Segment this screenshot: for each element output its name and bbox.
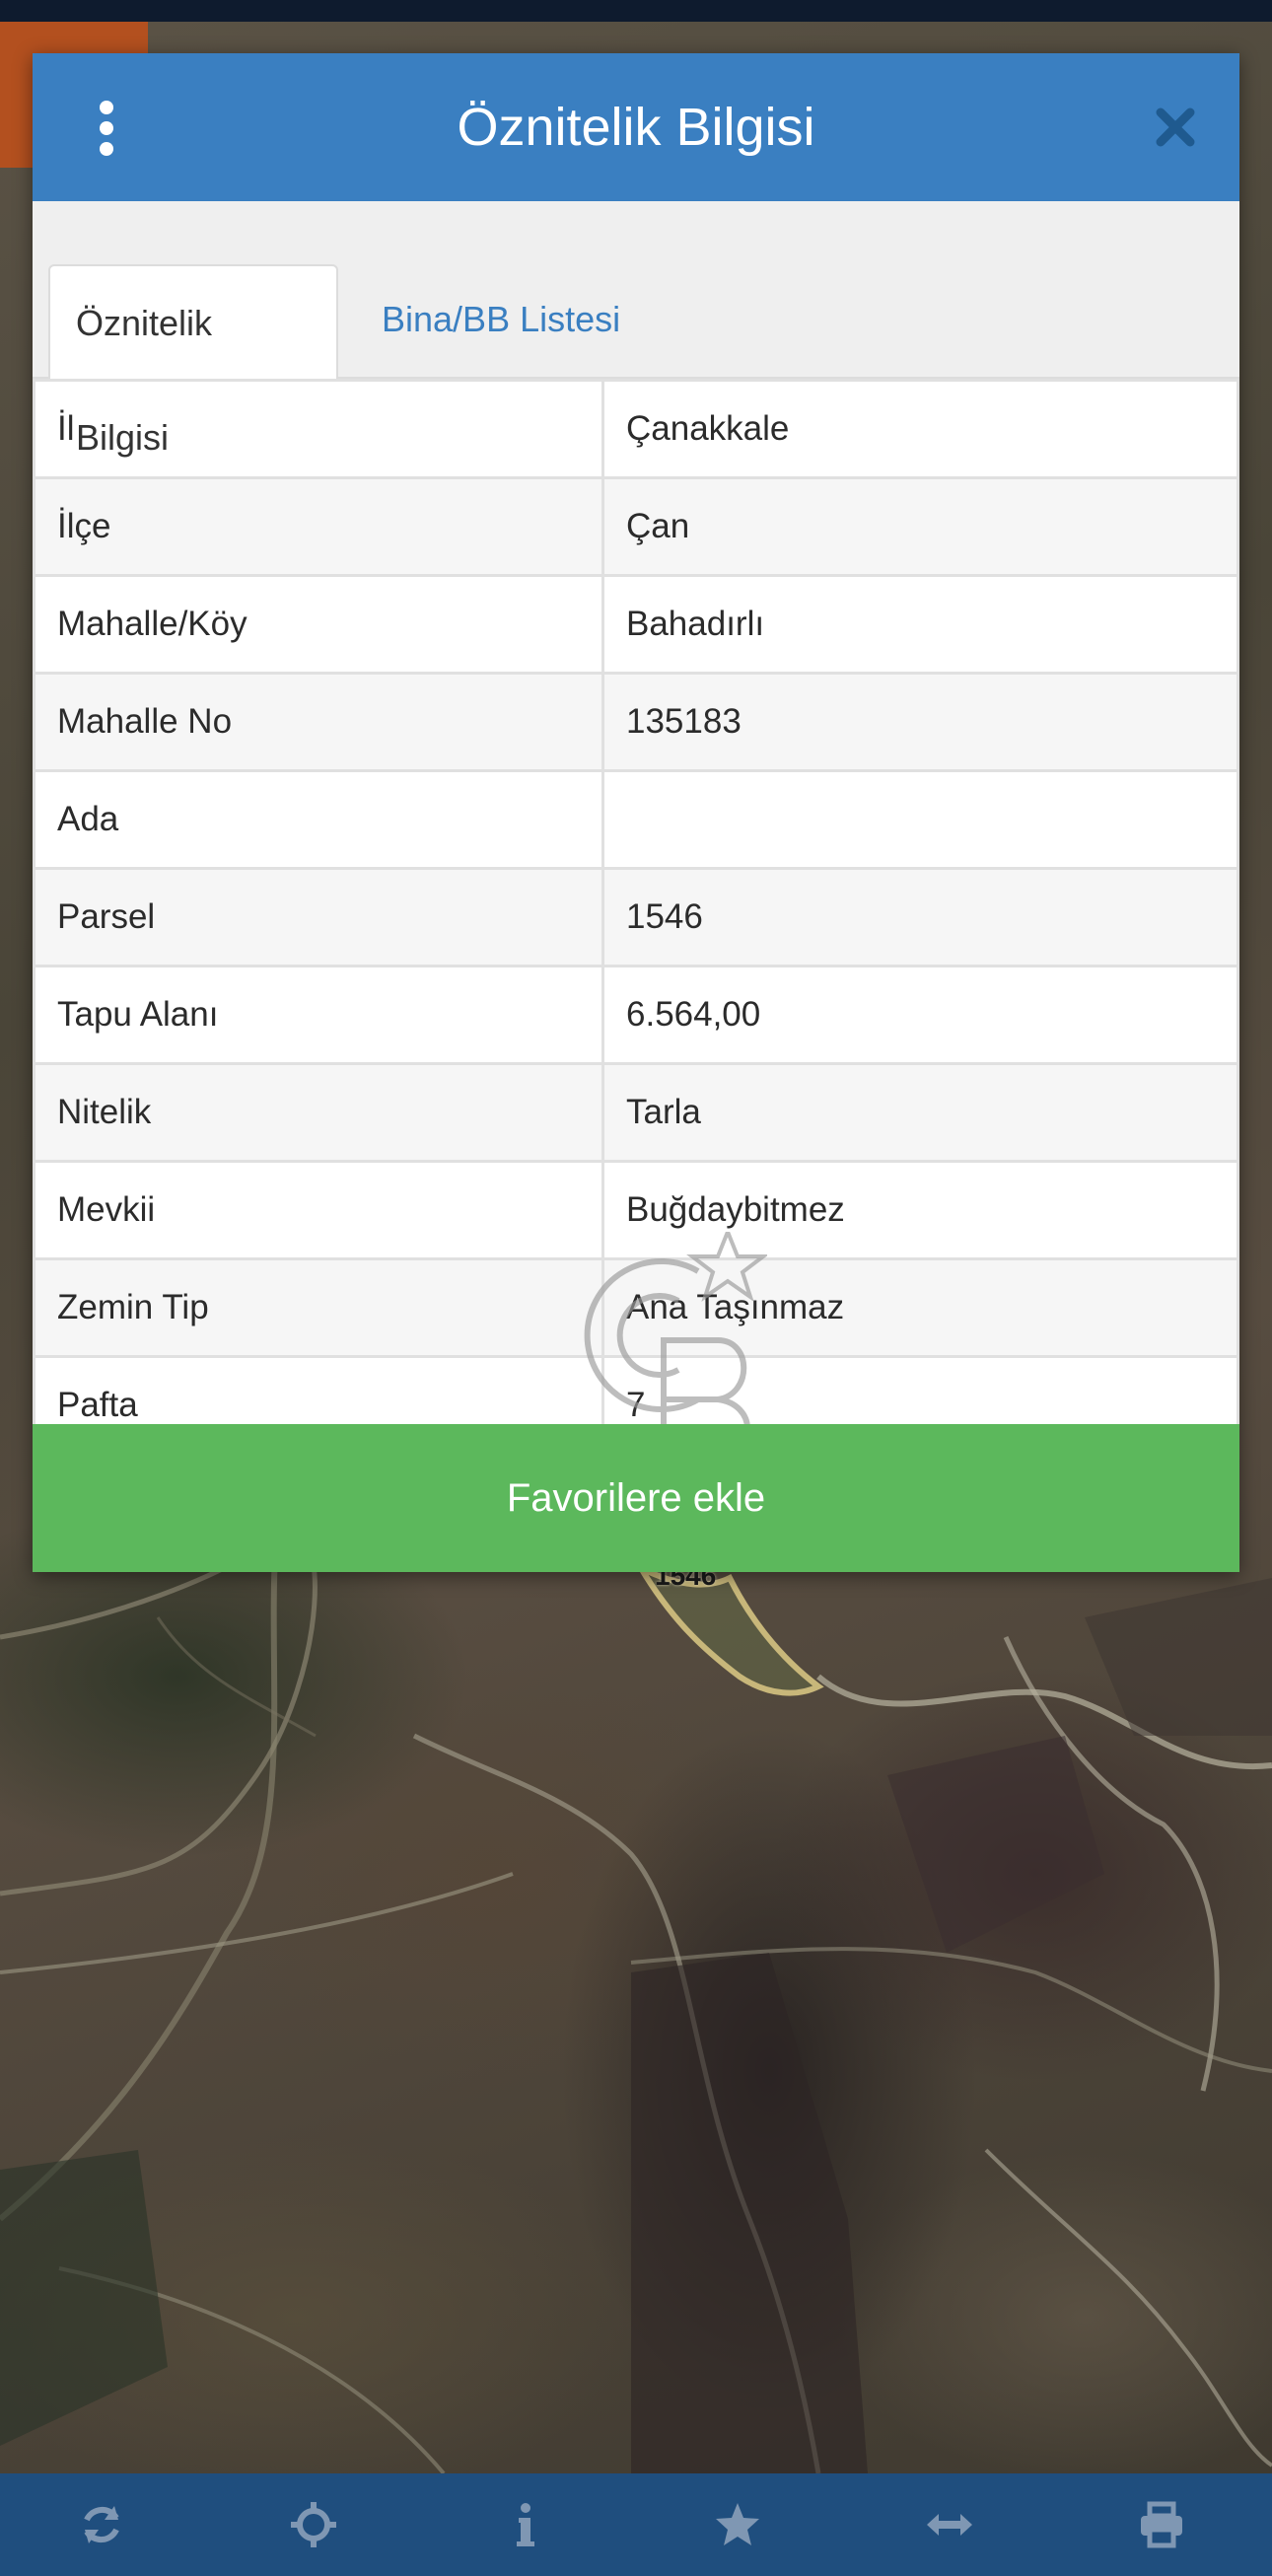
row-value: Çanakkale [601, 379, 1239, 479]
status-bar [0, 0, 1272, 22]
row-value: Bahadırlı [601, 574, 1239, 675]
refresh-icon[interactable] [70, 2493, 133, 2556]
row-value: Buğdaybitmez [601, 1160, 1239, 1260]
attribute-info-modal: Öznitelik Bilgisi Öznitelik Bilgisi Bina… [33, 53, 1239, 1572]
row-key: Nitelik [33, 1062, 604, 1163]
table-row: Mahalle/Köy Bahadırlı [33, 574, 1239, 675]
row-value: Tarla [601, 1062, 1239, 1163]
table-row: Zemin Tip Ana Taşınmaz [33, 1257, 1239, 1358]
row-value: Ana Taşınmaz [601, 1257, 1239, 1358]
close-icon[interactable] [1151, 103, 1200, 152]
table-row: Tapu Alanı 6.564,00 [33, 965, 1239, 1065]
row-key: Zemin Tip [33, 1257, 604, 1358]
table-row: Ada [33, 769, 1239, 870]
print-icon[interactable] [1130, 2493, 1193, 2556]
locate-icon[interactable] [282, 2493, 345, 2556]
measure-icon[interactable] [918, 2493, 981, 2556]
row-key: Mahalle No [33, 672, 604, 772]
table-row: İlçe Çan [33, 476, 1239, 577]
add-to-favorites-button[interactable]: Favorilere ekle [33, 1424, 1239, 1572]
bottom-toolbar [0, 2473, 1272, 2576]
tab-building-list[interactable]: Bina/BB Listesi [356, 262, 646, 377]
row-key: Ada [33, 769, 604, 870]
table-row: Mevkii Buğdaybitmez [33, 1160, 1239, 1260]
attribute-table: İl Çanakkale İlçe Çan Mahalle/Köy Bahadı… [33, 379, 1239, 1456]
info-icon[interactable] [494, 2493, 557, 2556]
tab-attribute-info[interactable]: Öznitelik Bilgisi [48, 264, 338, 458]
row-value [601, 769, 1239, 870]
row-value: 6.564,00 [601, 965, 1239, 1065]
row-value: 1546 [601, 867, 1239, 967]
table-row: Parsel 1546 [33, 867, 1239, 967]
row-key: İl [33, 379, 604, 479]
modal-tabs: Öznitelik Bilgisi Bina/BB Listesi [33, 201, 1239, 458]
row-key: İlçe [33, 476, 604, 577]
row-key: Mahalle/Köy [33, 574, 604, 675]
table-row: İl Çanakkale [33, 379, 1239, 479]
star-icon[interactable] [706, 2493, 769, 2556]
modal-title: Öznitelik Bilgisi [457, 98, 815, 157]
row-value: 135183 [601, 672, 1239, 772]
row-key: Mevkii [33, 1160, 604, 1260]
table-row: Nitelik Tarla [33, 1062, 1239, 1163]
table-row: Mahalle No 135183 [33, 672, 1239, 772]
row-key: Parsel [33, 867, 604, 967]
row-value: Çan [601, 476, 1239, 577]
modal-header: Öznitelik Bilgisi [33, 53, 1239, 201]
row-key: Tapu Alanı [33, 965, 604, 1065]
